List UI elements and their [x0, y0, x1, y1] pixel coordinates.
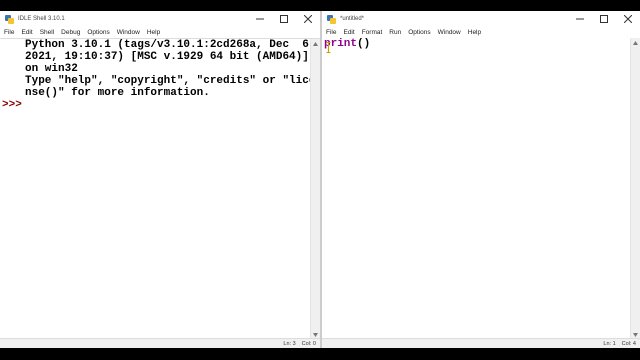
menu-file[interactable]: File — [326, 29, 336, 36]
shell-status-line: Ln: 3 — [283, 340, 296, 347]
menu-window[interactable]: Window — [117, 29, 140, 36]
python-app-icon — [327, 14, 336, 24]
menu-help[interactable]: Help — [147, 29, 160, 36]
editor-status-line: Ln: 1 — [603, 340, 616, 347]
banner-line: Python 3.10.1 (tags/v3.10.1:2cd268a, Dec… — [25, 39, 309, 51]
shell-gutter: >>> — [0, 39, 24, 339]
code-punctuation: () — [357, 38, 371, 50]
minimize-icon[interactable] — [248, 11, 272, 27]
editor-status-bar: Ln: 1 Col: 4 — [322, 338, 640, 348]
menu-format[interactable]: Format — [362, 29, 383, 36]
menu-edit[interactable]: Edit — [21, 29, 32, 36]
menu-edit[interactable]: Edit — [343, 29, 354, 36]
menu-help[interactable]: Help — [468, 29, 481, 36]
scroll-up-icon[interactable] — [312, 40, 319, 47]
menu-file[interactable]: File — [4, 29, 14, 36]
shell-prompt: >>> — [2, 99, 22, 111]
menu-options[interactable]: Options — [87, 29, 109, 36]
banner-line: 2021, 19:10:37) [MSC v.1929 64 bit (AMD6… — [25, 51, 309, 63]
editor-title-bar[interactable]: *untitled* — [322, 11, 640, 27]
banner-line: Type "help", "copyright", "credits" or "… — [25, 75, 316, 87]
banner-line: on win32 — [25, 63, 78, 75]
python-app-icon — [5, 14, 14, 24]
editor-status-col: Col: 4 — [621, 340, 636, 347]
menu-window[interactable]: Window — [438, 29, 461, 36]
menu-run[interactable]: Run — [389, 29, 401, 36]
editor-window: *untitled* File Edit Format Run Options … — [322, 11, 640, 348]
menu-debug[interactable]: Debug — [61, 29, 80, 36]
editor-title: *untitled* — [340, 16, 365, 22]
shell-status-col: Col: 0 — [301, 340, 316, 347]
scroll-down-icon[interactable] — [312, 331, 319, 338]
shell-scrollbar[interactable] — [310, 39, 320, 339]
shell-title: IDLE Shell 3.10.1 — [18, 16, 65, 22]
editor-menu-bar: File Edit Format Run Options Window Help — [322, 27, 640, 38]
shell-text-area[interactable]: >>> Python 3.10.1 (tags/v3.10.1:2cd268a,… — [0, 38, 320, 339]
shell-status-bar: Ln: 3 Col: 0 — [0, 338, 320, 348]
menu-shell[interactable]: Shell — [40, 29, 54, 36]
menu-options[interactable]: Options — [408, 29, 430, 36]
idle-shell-window: IDLE Shell 3.10.1 File Edit Shell Debug … — [0, 11, 320, 348]
banner-line: nse()" for more information. — [25, 87, 210, 99]
shell-title-bar[interactable]: IDLE Shell 3.10.1 — [0, 11, 320, 27]
scroll-up-icon[interactable] — [632, 39, 639, 46]
text-cursor-icon — [326, 40, 331, 53]
shell-banner: Python 3.10.1 (tags/v3.10.1:2cd268a, Dec… — [25, 39, 315, 99]
close-icon[interactable] — [296, 11, 320, 27]
shell-menu-bar: File Edit Shell Debug Options Window Hel… — [0, 27, 320, 38]
maximize-icon[interactable] — [272, 11, 296, 27]
maximize-icon[interactable] — [592, 11, 616, 27]
scroll-down-icon[interactable] — [632, 331, 639, 338]
close-icon[interactable] — [616, 11, 640, 27]
editor-text-area[interactable]: print() — [322, 38, 640, 339]
minimize-icon[interactable] — [568, 11, 592, 27]
editor-scrollbar[interactable] — [630, 38, 640, 339]
